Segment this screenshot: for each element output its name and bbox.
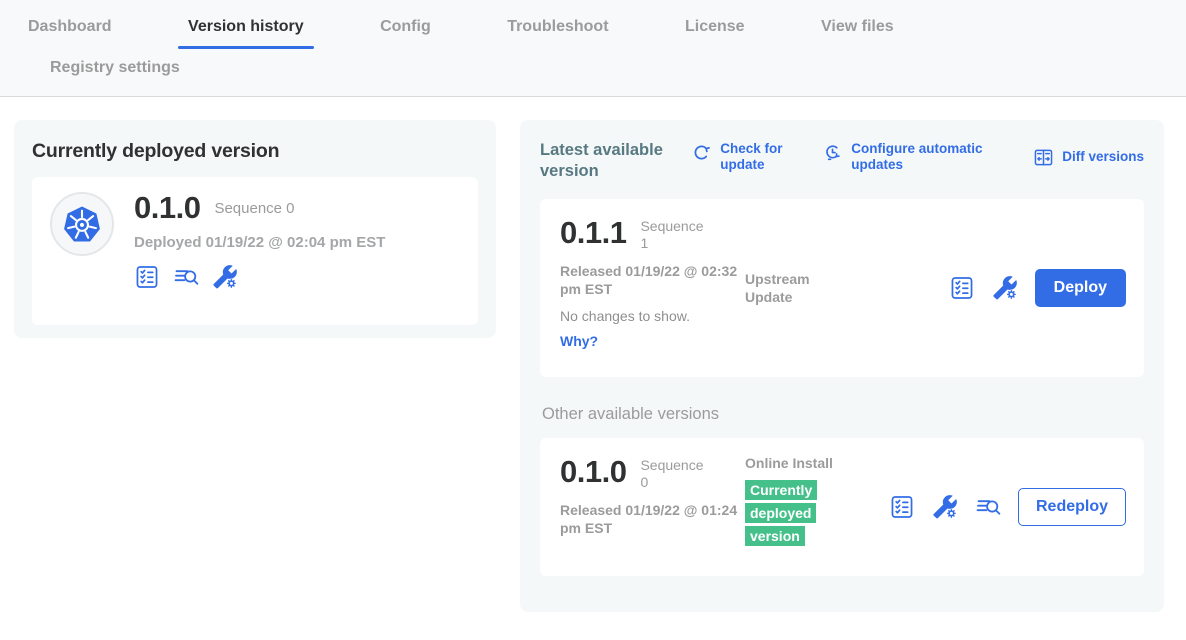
latest-available-panel: Latest available version Check for updat…	[520, 120, 1164, 612]
kubernetes-logo	[50, 192, 114, 256]
tab-license[interactable]: License	[675, 12, 755, 49]
configure-automatic-updates-link[interactable]: Configure automatic updates	[822, 141, 1003, 173]
preflight-checks-icon[interactable]	[889, 494, 915, 520]
top-nav: Dashboard Version history Config Trouble…	[0, 0, 1186, 97]
deployed-sequence-label: Sequence 0	[214, 192, 294, 217]
currently-deployed-badge: Currently deployed version	[745, 480, 817, 545]
preflight-checks-icon[interactable]	[949, 275, 975, 301]
tab-dashboard[interactable]: Dashboard	[18, 12, 122, 49]
edit-config-icon[interactable]	[932, 494, 958, 520]
latest-release-notes: No changes to show.	[560, 308, 1124, 324]
latest-available-title: Latest available version	[540, 140, 665, 181]
diff-versions-label: Diff versions	[1062, 149, 1144, 165]
diff-versions-link[interactable]: Diff versions	[1033, 141, 1144, 173]
auto-update-icon	[822, 142, 843, 163]
latest-released-timestamp: Released 01/19/22 @ 02:32 pm EST	[560, 262, 738, 298]
check-for-update-link[interactable]: Check for update	[691, 141, 792, 173]
tab-troubleshoot[interactable]: Troubleshoot	[497, 12, 618, 49]
latest-source-label: Upstream Update	[745, 270, 849, 306]
edit-config-icon[interactable]	[992, 275, 1018, 301]
version-row-latest: 0.1.1 Sequence 1 Released 01/19/22 @ 02:…	[540, 199, 1144, 377]
check-for-update-label: Check for update	[720, 141, 792, 173]
deploy-button[interactable]: Deploy	[1035, 269, 1126, 307]
other-released-timestamp: Released 01/19/22 @ 01:24 pm EST	[560, 501, 738, 537]
preflight-checks-icon[interactable]	[134, 264, 160, 290]
version-row-other: 0.1.0 Sequence 0 Released 01/19/22 @ 01:…	[540, 438, 1144, 576]
latest-version-number: 0.1.1	[560, 217, 626, 248]
nav-row-2: Registry settings	[0, 53, 1186, 90]
redeploy-button[interactable]: Redeploy	[1018, 488, 1126, 526]
latest-sequence-label: Sequence 1	[640, 217, 712, 252]
other-version-number: 0.1.0	[560, 456, 626, 487]
currently-deployed-panel: Currently deployed version 0.1.0 Sequenc…	[14, 120, 496, 338]
deploy-logs-icon[interactable]	[975, 494, 1001, 520]
tab-registry-settings[interactable]: Registry settings	[40, 53, 190, 90]
tab-config[interactable]: Config	[370, 12, 441, 49]
nav-row-1: Dashboard Version history Config Trouble…	[0, 12, 1186, 49]
other-source-block: Online Install Currently deployed versio…	[745, 454, 849, 547]
deployed-version-card: 0.1.0 Sequence 0 Deployed 01/19/22 @ 02:…	[32, 177, 478, 325]
tab-view-files[interactable]: View files	[811, 12, 904, 49]
why-link[interactable]: Why?	[560, 333, 598, 349]
tab-version-history[interactable]: Version history	[178, 12, 314, 49]
currently-deployed-title: Currently deployed version	[32, 140, 478, 163]
deploy-logs-icon[interactable]	[173, 264, 199, 290]
other-source-label: Online Install	[745, 454, 849, 472]
refresh-icon	[691, 142, 712, 163]
edit-config-icon[interactable]	[212, 264, 238, 290]
other-versions-heading: Other available versions	[542, 405, 1144, 424]
other-sequence-label: Sequence 0	[640, 456, 712, 491]
deployed-version-body: 0.1.0 Sequence 0 Deployed 01/19/22 @ 02:…	[134, 192, 385, 290]
diff-icon	[1033, 147, 1054, 168]
deployed-version-number: 0.1.0	[134, 192, 200, 223]
version-actions: Check for update Configure automatic upd…	[691, 140, 1144, 173]
configure-automatic-updates-label: Configure automatic updates	[851, 141, 1003, 173]
main-content: Currently deployed version 0.1.0 Sequenc…	[0, 97, 1186, 639]
deployed-timestamp: Deployed 01/19/22 @ 02:04 pm EST	[134, 234, 385, 251]
